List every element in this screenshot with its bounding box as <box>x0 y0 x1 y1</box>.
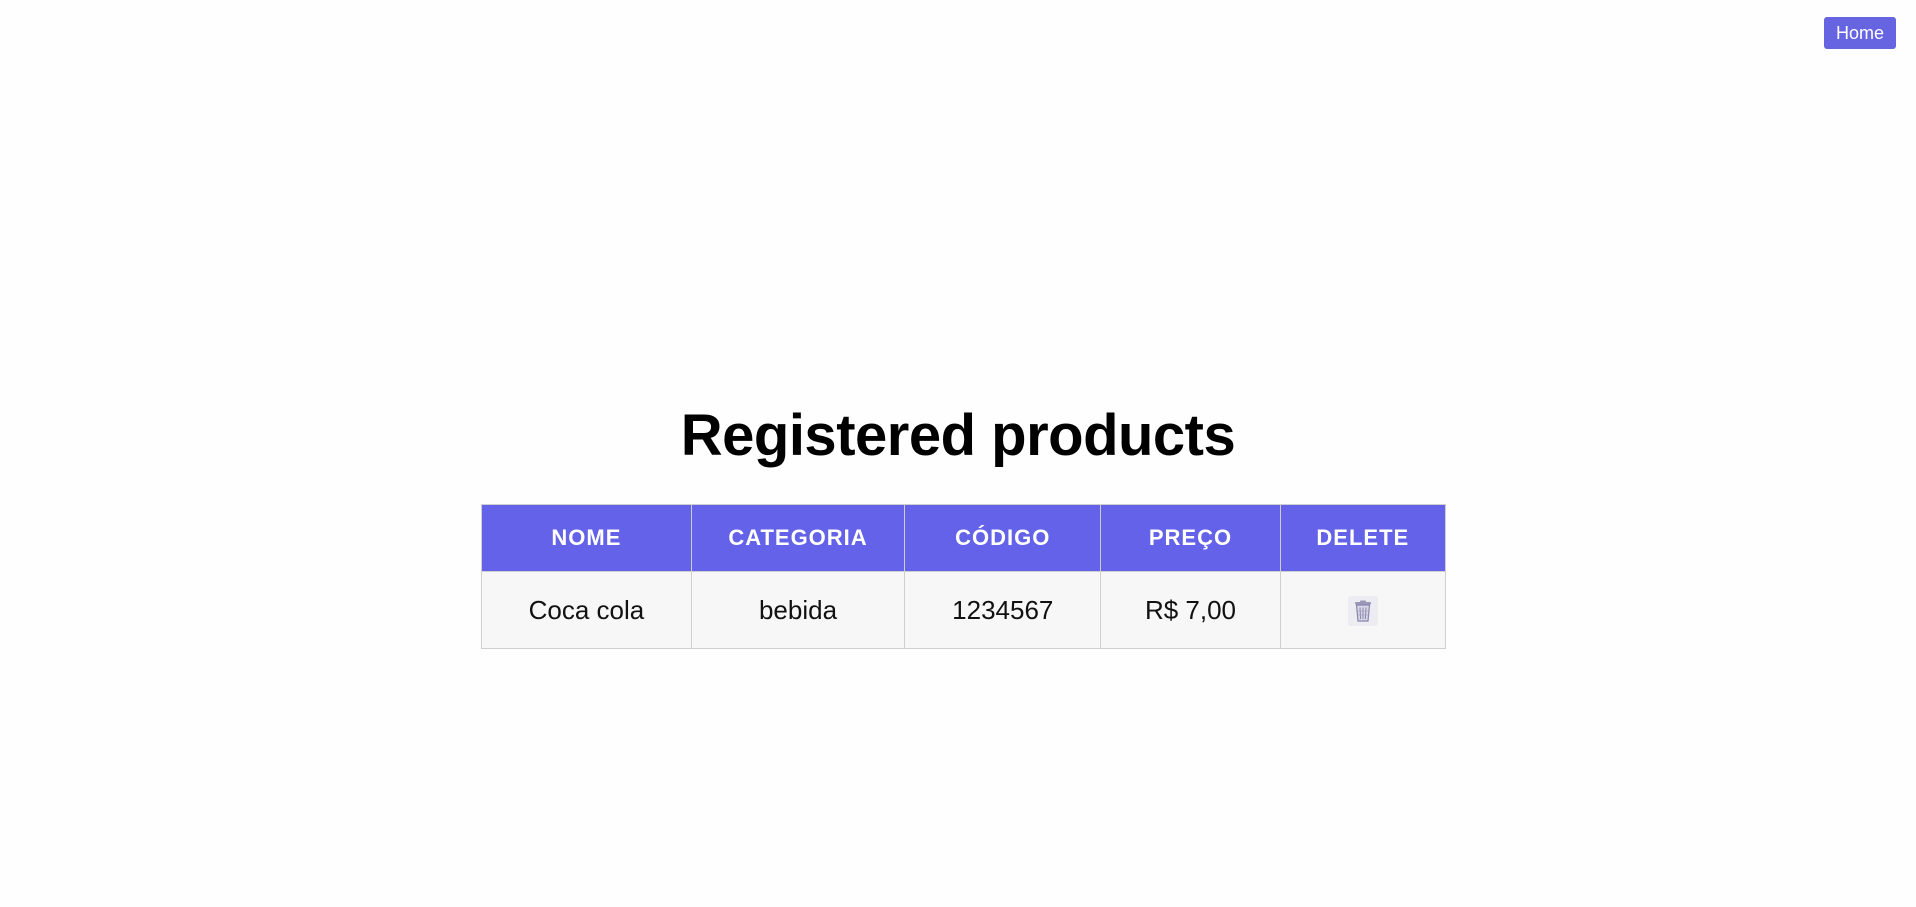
products-table: NOME CATEGORIA CÓDIGO PREÇO DELETE Coca … <box>481 504 1447 649</box>
cell-nome: Coca cola <box>481 571 692 649</box>
delete-button[interactable] <box>1347 596 1378 627</box>
trash-icon <box>1354 600 1371 622</box>
table-row: Coca cola bebida 1234567 R$ 7,00 <box>481 571 1447 649</box>
column-header-delete: DELETE <box>1279 504 1447 572</box>
table-body: Coca cola bebida 1234567 R$ 7,00 <box>481 571 1447 649</box>
table-header-row: NOME CATEGORIA CÓDIGO PREÇO DELETE <box>481 504 1447 572</box>
cell-codigo: 1234567 <box>904 571 1102 649</box>
table-header: NOME CATEGORIA CÓDIGO PREÇO DELETE <box>481 504 1447 572</box>
cell-preco: R$ 7,00 <box>1100 571 1281 649</box>
column-header-categoria: CATEGORIA <box>690 504 906 572</box>
column-header-codigo: CÓDIGO <box>904 504 1102 572</box>
column-header-preco: PREÇO <box>1100 504 1281 572</box>
cell-delete <box>1279 571 1447 649</box>
column-header-nome: NOME <box>481 504 692 572</box>
home-button[interactable]: Home <box>1823 17 1896 49</box>
page: Home Registered products NOME CATEGORIA … <box>0 0 1916 907</box>
page-title: Registered products <box>680 403 1236 468</box>
cell-categoria: bebida <box>690 571 906 649</box>
